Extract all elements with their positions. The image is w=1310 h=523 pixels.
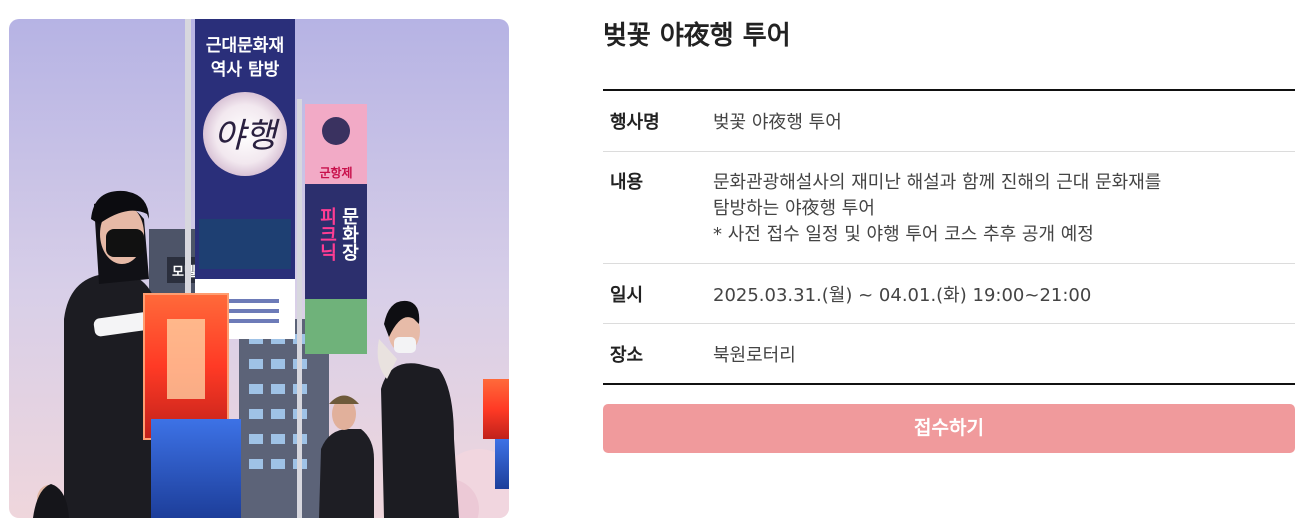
detail-label-place: 장소: [610, 344, 644, 366]
banner-right-vertical-2: 문화장: [339, 207, 360, 262]
detail-row-date: 일시 2025.03.31.(월) ~ 04.01.(화) 19:00~21:0…: [603, 264, 1295, 324]
detail-label-content: 내용: [610, 172, 644, 193]
detail-value-name: 벚꽃 야夜행 투어: [713, 112, 842, 133]
event-title: 벚꽃 야夜행 투어: [603, 21, 791, 51]
detail-value-date: 2025.03.31.(월) ~ 04.01.(화) 19:00~21:00: [713, 284, 1092, 306]
banner-calligraphy: 야행: [214, 116, 280, 156]
motel-sign: 모텔: [172, 265, 196, 280]
detail-value-place: 북원로터리: [713, 344, 796, 366]
detail-label-date: 일시: [610, 284, 644, 306]
detail-content-line: 문화관광해설사의 재미난 해설과 함께 진해의 근대 문화재를: [713, 172, 1162, 193]
detail-row-name: 행사명 벚꽃 야夜행 투어: [603, 91, 1295, 152]
banner-right-vertical-1: 피크닉: [317, 207, 338, 262]
banner-left-mid-text: 역사 탐방: [211, 60, 280, 80]
event-details-table: 행사명 벚꽃 야夜행 투어 내용 문화관광해설사의 재미난 해설과 함께 진해의…: [603, 89, 1295, 385]
event-photo: 모텔 근대문화재 역사 탐방 야행 군항제 피크닉 문화장: [9, 19, 509, 518]
detail-row-place: 장소 북원로터리: [603, 324, 1295, 383]
detail-row-content: 내용 문화관광해설사의 재미난 해설과 함께 진해의 근대 문화재를 탐방하는 …: [603, 152, 1295, 264]
banner-right-top-text: 군항제: [319, 165, 352, 180]
banner-left-top-text: 근대문화재: [206, 36, 284, 56]
detail-content-line: * 사전 접수 일정 및 야행 투어 코스 추후 공개 예정: [713, 224, 1094, 245]
detail-value-content: 문화관광해설사의 재미난 해설과 함께 진해의 근대 문화재를 탐방하는 야夜행…: [713, 170, 1295, 263]
apply-button[interactable]: 접수하기: [603, 404, 1295, 453]
detail-content-line: 탐방하는 야夜행 투어: [713, 198, 875, 219]
detail-label-name: 행사명: [610, 112, 660, 133]
event-photo-illustration: 모텔 근대문화재 역사 탐방 야행 군항제 피크닉 문화장: [9, 19, 509, 518]
